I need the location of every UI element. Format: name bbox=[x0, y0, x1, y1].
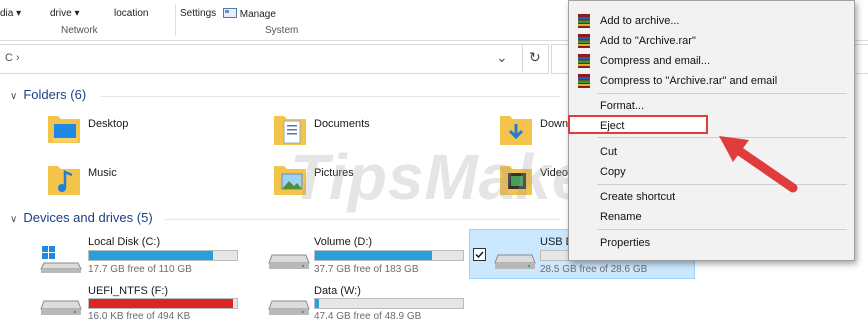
watermark: TipsMake bbox=[290, 141, 589, 213]
drive-usage-fill bbox=[315, 299, 320, 308]
section-divider bbox=[165, 219, 560, 220]
selection-checkbox[interactable] bbox=[473, 248, 486, 261]
winrar-icon bbox=[578, 14, 590, 28]
ribbon-manage-label: Manage bbox=[239, 9, 276, 20]
menu-label: Cut bbox=[600, 146, 618, 158]
menu-label: Rename bbox=[600, 211, 642, 223]
winrar-icon bbox=[578, 34, 590, 48]
windows-drive-icon bbox=[40, 246, 82, 273]
collapse-chevron-icon: ∨ bbox=[10, 91, 18, 102]
drive-c-name[interactable]: Local Disk (C:) bbox=[88, 236, 160, 248]
folder-downloads[interactable]: Down bbox=[540, 118, 568, 130]
ribbon-location-button[interactable]: location bbox=[114, 8, 148, 19]
drive-w-name[interactable]: Data (W:) bbox=[314, 285, 361, 297]
usb-drive-icon bbox=[494, 254, 536, 269]
drive-d-free-space: 37.7 GB free of 183 GB bbox=[314, 264, 419, 275]
address-dropdown-icon[interactable]: ⌄ bbox=[496, 49, 508, 66]
menu-properties[interactable]: Properties bbox=[569, 233, 854, 253]
ribbon-manage-button[interactable]: Manage bbox=[223, 8, 276, 20]
section-divider bbox=[100, 96, 560, 97]
menu-label: Format... bbox=[600, 100, 645, 112]
drive-c-free-space: 17.7 GB free of 110 GB bbox=[88, 264, 192, 275]
menu-label: Create shortcut bbox=[600, 191, 676, 203]
drive-c-usage-bar bbox=[88, 250, 238, 261]
menu-eject[interactable]: Eject bbox=[568, 115, 708, 134]
menu-separator bbox=[597, 93, 847, 94]
menu-separator bbox=[597, 229, 847, 230]
drive-usage-fill bbox=[89, 251, 214, 260]
folder-documents[interactable]: Documents bbox=[314, 118, 370, 130]
menu-format[interactable]: Format... bbox=[569, 96, 854, 116]
drive-usage-fill bbox=[89, 299, 233, 308]
drive-f-usage-bar bbox=[88, 298, 238, 309]
collapse-chevron-icon: ∨ bbox=[10, 214, 18, 225]
folders-section-header[interactable]: ∨ Folders (6) bbox=[10, 87, 86, 102]
drive-d-name[interactable]: Volume (D:) bbox=[314, 236, 372, 248]
menu-rename[interactable]: Rename bbox=[569, 207, 854, 227]
folders-heading: Folders (6) bbox=[23, 87, 87, 102]
manage-icon bbox=[223, 8, 237, 18]
menu-label: Compress and email... bbox=[600, 55, 711, 67]
ribbon-drive-button[interactable]: drive ▾ bbox=[50, 8, 79, 19]
menu-add-to-archive-rar[interactable]: Add to "Archive.rar" bbox=[569, 31, 854, 51]
menu-label: Copy bbox=[600, 166, 626, 178]
hard-drive-icon bbox=[268, 254, 310, 269]
ribbon-settings-button[interactable]: Settings bbox=[180, 8, 216, 19]
menu-compress-to-archive-rar-and-email[interactable]: Compress to "Archive.rar" and email bbox=[569, 71, 854, 91]
hard-drive-icon bbox=[268, 300, 310, 315]
address-path: C › bbox=[5, 52, 20, 64]
folder-desktop[interactable]: Desktop bbox=[88, 118, 128, 130]
usb-drive-free-space: 28.5 GB free of 28.6 GB bbox=[540, 264, 648, 275]
drives-heading: Devices and drives (5) bbox=[23, 210, 153, 225]
menu-label: Add to archive... bbox=[600, 15, 680, 27]
ribbon-group-network: Network bbox=[61, 25, 98, 36]
drive-f-name[interactable]: UEFI_NTFS (F:) bbox=[88, 285, 168, 297]
menu-label: Eject bbox=[600, 120, 625, 132]
ribbon-media-button[interactable]: dia ▾ bbox=[0, 8, 21, 19]
refresh-icon: ↻ bbox=[529, 49, 541, 65]
menu-add-to-archive[interactable]: Add to archive... bbox=[569, 11, 854, 31]
checkmark-icon bbox=[475, 251, 484, 259]
drive-w-free-space: 47.4 GB free of 48.9 GB bbox=[314, 311, 422, 322]
menu-label: Add to "Archive.rar" bbox=[600, 35, 696, 47]
drive-usage-fill bbox=[315, 251, 432, 260]
annotation-arrow-icon bbox=[719, 136, 798, 193]
refresh-button[interactable]: ↻ bbox=[522, 44, 549, 72]
ribbon-group-system: System bbox=[265, 25, 299, 36]
desktop-folder-icon bbox=[48, 116, 80, 143]
music-folder-icon bbox=[48, 166, 80, 195]
drives-section-header[interactable]: ∨ Devices and drives (5) bbox=[10, 210, 153, 225]
address-bar[interactable]: C › ⌄ bbox=[0, 44, 549, 74]
ribbon-separator bbox=[175, 4, 176, 36]
menu-compress-and-email[interactable]: Compress and email... bbox=[569, 51, 854, 71]
drive-w-usage-bar bbox=[314, 298, 464, 309]
drive-d-usage-bar bbox=[314, 250, 464, 261]
winrar-icon bbox=[578, 54, 590, 68]
winrar-icon bbox=[578, 74, 590, 88]
menu-label: Compress to "Archive.rar" and email bbox=[600, 75, 778, 87]
menu-label: Properties bbox=[600, 237, 651, 249]
hard-drive-icon bbox=[40, 300, 82, 315]
folder-music[interactable]: Music bbox=[88, 167, 117, 179]
drive-f-free-space: 16.0 KB free of 494 KB bbox=[88, 311, 191, 322]
